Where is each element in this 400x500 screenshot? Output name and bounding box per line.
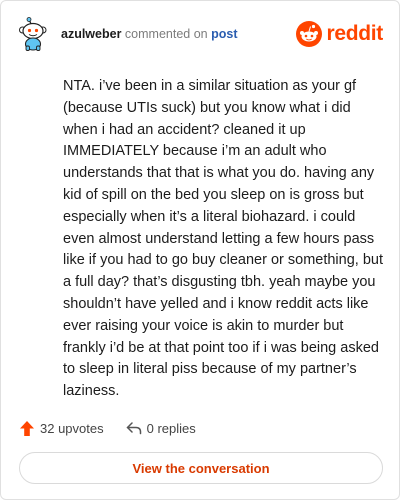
username-link[interactable]: azulweber [61,27,121,41]
snoo-avatar-icon[interactable] [19,17,51,51]
replies-button[interactable]: 0 replies [126,421,196,436]
comment-actions: 32 upvotes 0 replies [19,417,196,439]
reply-count: 0 replies [146,420,196,436]
upvote-button[interactable]: 32 upvotes [19,420,104,437]
upvote-arrow-icon [20,420,34,436]
comment-body: NTA. i’ve been in a similar situation as… [63,78,383,400]
commented-on-label: commented on [124,27,208,41]
reddit-wordmark: reddit [326,22,383,45]
view-conversation-button[interactable]: View the conversation [19,452,383,484]
comment-meta: azulweber commented on post [61,27,237,41]
post-link[interactable]: post [211,27,237,41]
reply-arrow-icon [126,422,141,435]
reddit-brand[interactable]: reddit [296,20,383,48]
reddit-logo-icon [296,21,323,47]
embedded-comment-card: azulweber commented on post reddit NTA. … [0,0,400,500]
upvote-count: 32 upvotes [40,420,104,436]
comment-header: azulweber commented on post reddit [19,17,383,51]
